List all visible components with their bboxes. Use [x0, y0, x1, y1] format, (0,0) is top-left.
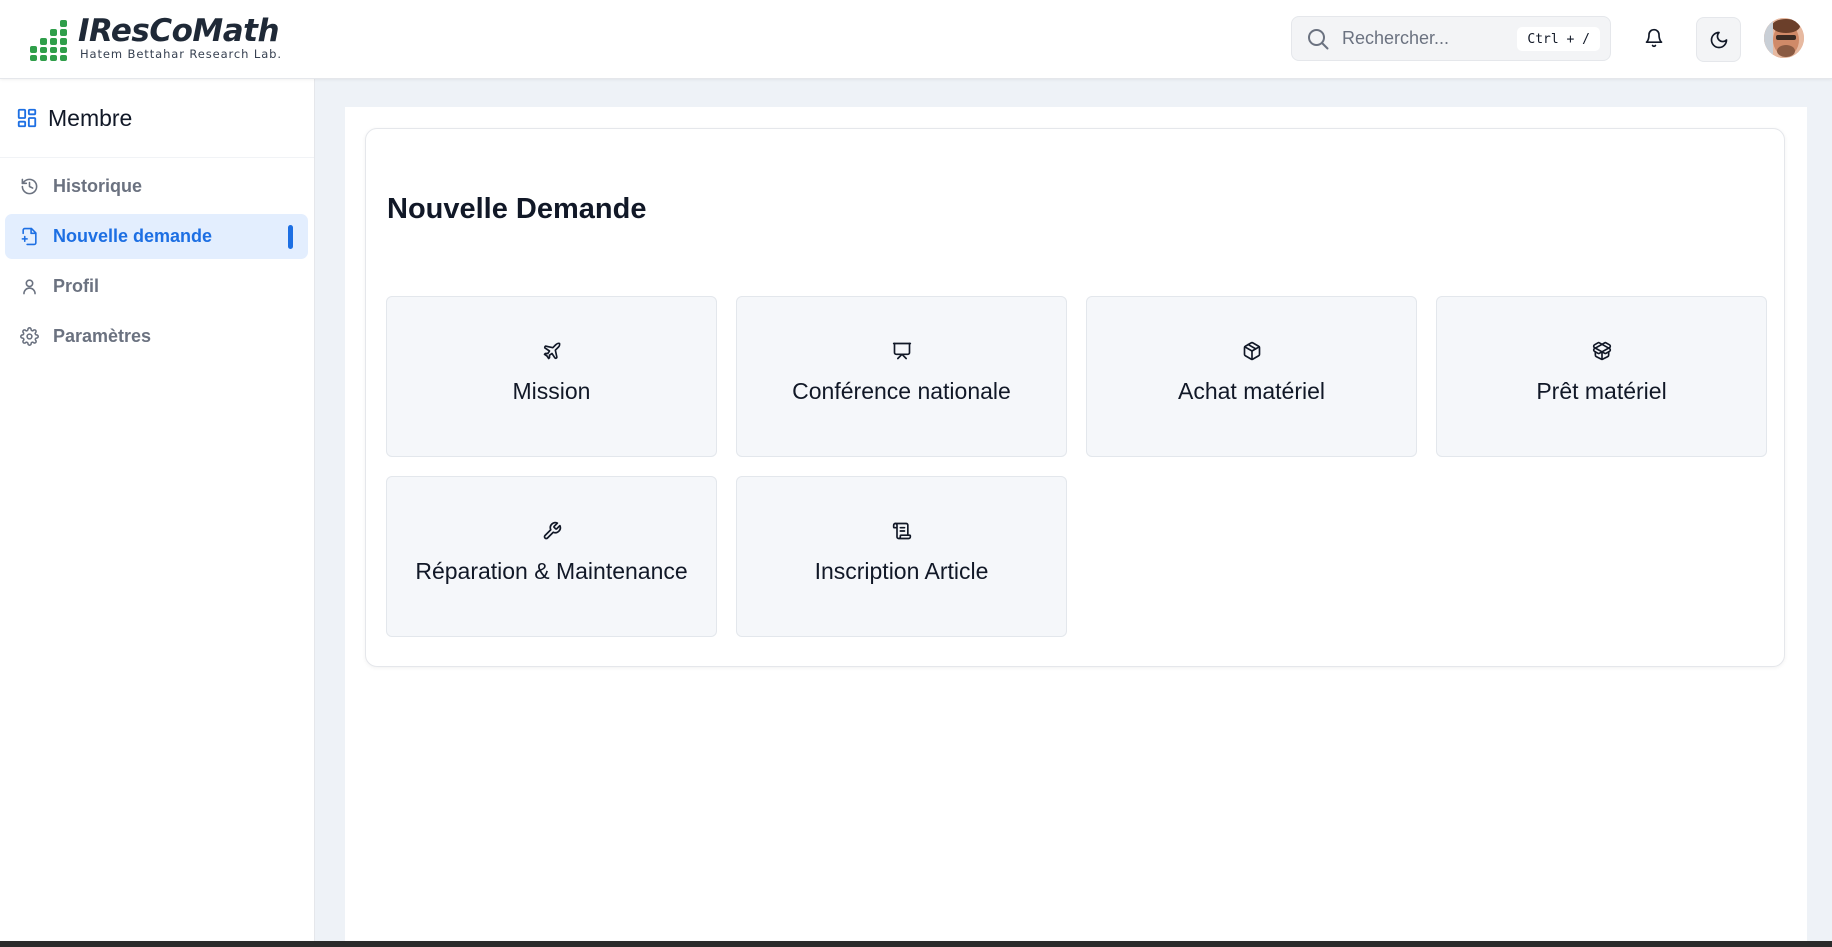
tile-label: Réparation & Maintenance: [415, 558, 688, 584]
logo-subtitle: Hatem Bettahar Research Lab.: [80, 47, 282, 61]
top-header: IResCoMath Hatem Bettahar Research Lab. …: [0, 0, 1832, 79]
dashboard-grid-icon: [17, 108, 37, 128]
user-icon: [23, 279, 36, 295]
sidebar: Membre Historique Nouvelle demande Profi…: [0, 79, 315, 941]
bell-icon: [1645, 28, 1663, 48]
sidebar-item-label: Paramètres: [53, 326, 152, 346]
scroll-icon: [892, 522, 911, 540]
search-input[interactable]: [1342, 28, 1502, 49]
logo-bars-icon: [30, 16, 72, 62]
sidebar-header: Membre: [0, 79, 314, 158]
sidebar-item-historique[interactable]: Historique: [5, 164, 308, 209]
tile-conference-nationale[interactable]: Conférence nationale: [736, 296, 1067, 457]
sidebar-nav: Historique Nouvelle demande Profil Param…: [0, 158, 314, 359]
tile-label: Conférence nationale: [792, 378, 1011, 404]
sidebar-title: Membre: [48, 104, 133, 131]
tile-pret-materiel[interactable]: Prêt matériel: [1436, 296, 1767, 457]
tile-achat-materiel[interactable]: Achat matériel: [1086, 296, 1417, 457]
sidebar-item-label: Profil: [53, 276, 100, 296]
window-bottom-edge: [0, 941, 1832, 947]
avatar-image: [1764, 18, 1804, 58]
moon-icon: [1710, 31, 1727, 48]
tile-mission[interactable]: Mission: [386, 296, 717, 457]
app-logo[interactable]: IResCoMath Hatem Bettahar Research Lab.: [30, 13, 282, 62]
presentation-icon: [892, 342, 911, 360]
request-card: Nouvelle Demande Mission Conférence nati…: [365, 128, 1785, 667]
history-icon: [21, 178, 38, 195]
package-icon: [1243, 341, 1260, 361]
tile-label: Mission: [512, 378, 591, 404]
tile-label: Achat matériel: [1177, 378, 1325, 404]
plane-icon: [543, 342, 560, 360]
wrench-icon: [543, 521, 561, 540]
tile-label: Prêt matériel: [1536, 378, 1667, 404]
sidebar-item-label: Nouvelle demande: [53, 226, 213, 246]
sidebar-item-label: Historique: [53, 176, 143, 196]
user-avatar[interactable]: [1764, 18, 1804, 58]
gear-icon: [20, 327, 39, 346]
tile-inscription-article[interactable]: Inscription Article: [736, 476, 1067, 637]
sidebar-item-parametres[interactable]: Paramètres: [5, 314, 308, 359]
package-open-icon: [1592, 341, 1611, 361]
active-indicator: [288, 225, 293, 249]
logo-title: IResCoMath: [78, 13, 280, 49]
sidebar-item-nouvelle-demande[interactable]: Nouvelle demande: [5, 214, 308, 259]
sidebar-item-profil[interactable]: Profil: [5, 264, 308, 309]
page-title: Nouvelle Demande: [387, 193, 647, 225]
file-plus-icon: [21, 227, 37, 246]
tile-label: Inscription Article: [814, 558, 989, 584]
search-icon: [1308, 28, 1329, 49]
search-box[interactable]: Ctrl + /: [1291, 16, 1611, 61]
main-content: Nouvelle Demande Mission Conférence nati…: [345, 107, 1807, 947]
theme-toggle-button[interactable]: [1696, 17, 1741, 62]
search-shortcut-hint: Ctrl + /: [1517, 27, 1600, 51]
notifications-button[interactable]: [1634, 18, 1674, 58]
tile-reparation-maintenance[interactable]: Réparation & Maintenance: [386, 476, 717, 637]
